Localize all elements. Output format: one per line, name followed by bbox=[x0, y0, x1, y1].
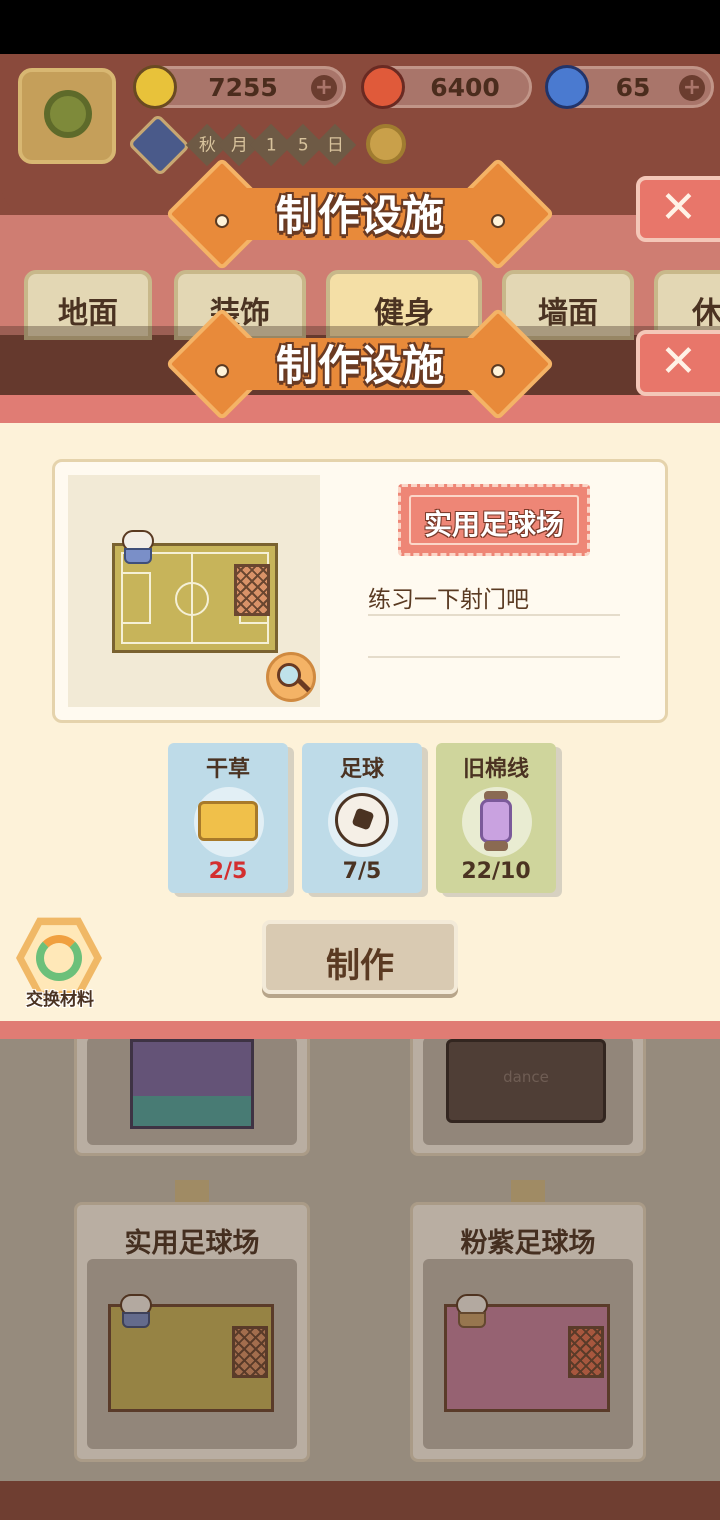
banana-count: 7255 bbox=[208, 73, 278, 102]
date-char: 日 bbox=[313, 123, 357, 167]
soccer-ball-icon bbox=[335, 793, 389, 847]
banana-counter: 7255 + bbox=[133, 65, 346, 109]
material-cotton-thread[interactable]: 旧棉线 22/10 bbox=[436, 743, 556, 893]
modal-close-button[interactable]: ✕ bbox=[636, 330, 720, 396]
add-banana-button[interactable]: + bbox=[311, 75, 337, 101]
fire-banana-counter: 6400 bbox=[361, 65, 532, 109]
make-button[interactable]: 制作 bbox=[262, 920, 458, 994]
hay-icon bbox=[198, 801, 258, 841]
description-line bbox=[368, 656, 620, 658]
date-display: 秋月15日 bbox=[127, 113, 370, 177]
ball-basket-icon bbox=[122, 530, 154, 570]
fire-banana-icon bbox=[361, 65, 405, 109]
flower-icon bbox=[44, 90, 92, 138]
status-bar bbox=[0, 0, 720, 54]
close-icon: ✕ bbox=[660, 182, 697, 233]
goal-net-icon bbox=[234, 564, 270, 616]
swap-icon bbox=[36, 935, 82, 981]
swap-materials-button[interactable]: 交换材料 bbox=[12, 915, 108, 1011]
background-panel-title: 制作设施 bbox=[165, 157, 555, 271]
close-icon: ✕ bbox=[660, 336, 697, 387]
modal-title: 制作设施 bbox=[165, 307, 555, 421]
material-soccer-ball[interactable]: 足球 7/5 bbox=[302, 743, 422, 893]
material-count: 7/5 bbox=[342, 859, 382, 884]
blue-banana-icon bbox=[545, 65, 589, 109]
weather-sun-icon[interactable] bbox=[366, 124, 406, 164]
fire-banana-count: 6400 bbox=[430, 73, 500, 102]
blue-banana-counter: 65 + bbox=[545, 65, 714, 109]
blue-banana-count: 65 bbox=[615, 73, 651, 102]
item-name-tag: 实用足球场 bbox=[398, 484, 590, 556]
material-hay[interactable]: 干草 2/5 bbox=[168, 743, 288, 893]
material-count: 22/10 bbox=[461, 859, 531, 884]
material-count: 2/5 bbox=[208, 859, 248, 884]
cotton-spool-icon bbox=[480, 791, 512, 851]
magnifier-button[interactable] bbox=[266, 652, 316, 702]
banana-icon bbox=[133, 65, 177, 109]
item-description: 练习一下射门吧 bbox=[368, 580, 620, 616]
modal-bottom-band bbox=[0, 1021, 720, 1039]
background-close-button[interactable]: ✕ bbox=[636, 176, 720, 242]
add-blue-banana-button[interactable]: + bbox=[679, 75, 705, 101]
player-avatar[interactable] bbox=[18, 68, 116, 164]
